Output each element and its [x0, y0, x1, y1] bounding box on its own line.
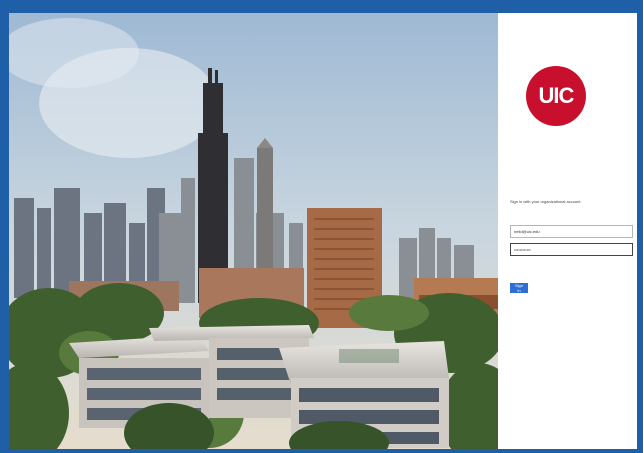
window-frame: UIC Sign in with your organizational acc…	[0, 0, 643, 453]
sign-in-prompt: Sign in with your organizational account	[510, 199, 581, 204]
login-page: UIC Sign in with your organizational acc…	[9, 13, 637, 449]
password-input[interactable]	[510, 243, 633, 256]
uic-logo: UIC	[526, 66, 586, 126]
sign-in-panel: UIC Sign in with your organizational acc…	[498, 13, 637, 449]
campus-skyline-photo	[9, 13, 498, 449]
username-input[interactable]	[510, 225, 633, 238]
sign-in-button[interactable]: Sign in	[510, 283, 528, 293]
uic-logo-text: UIC	[538, 83, 575, 108]
